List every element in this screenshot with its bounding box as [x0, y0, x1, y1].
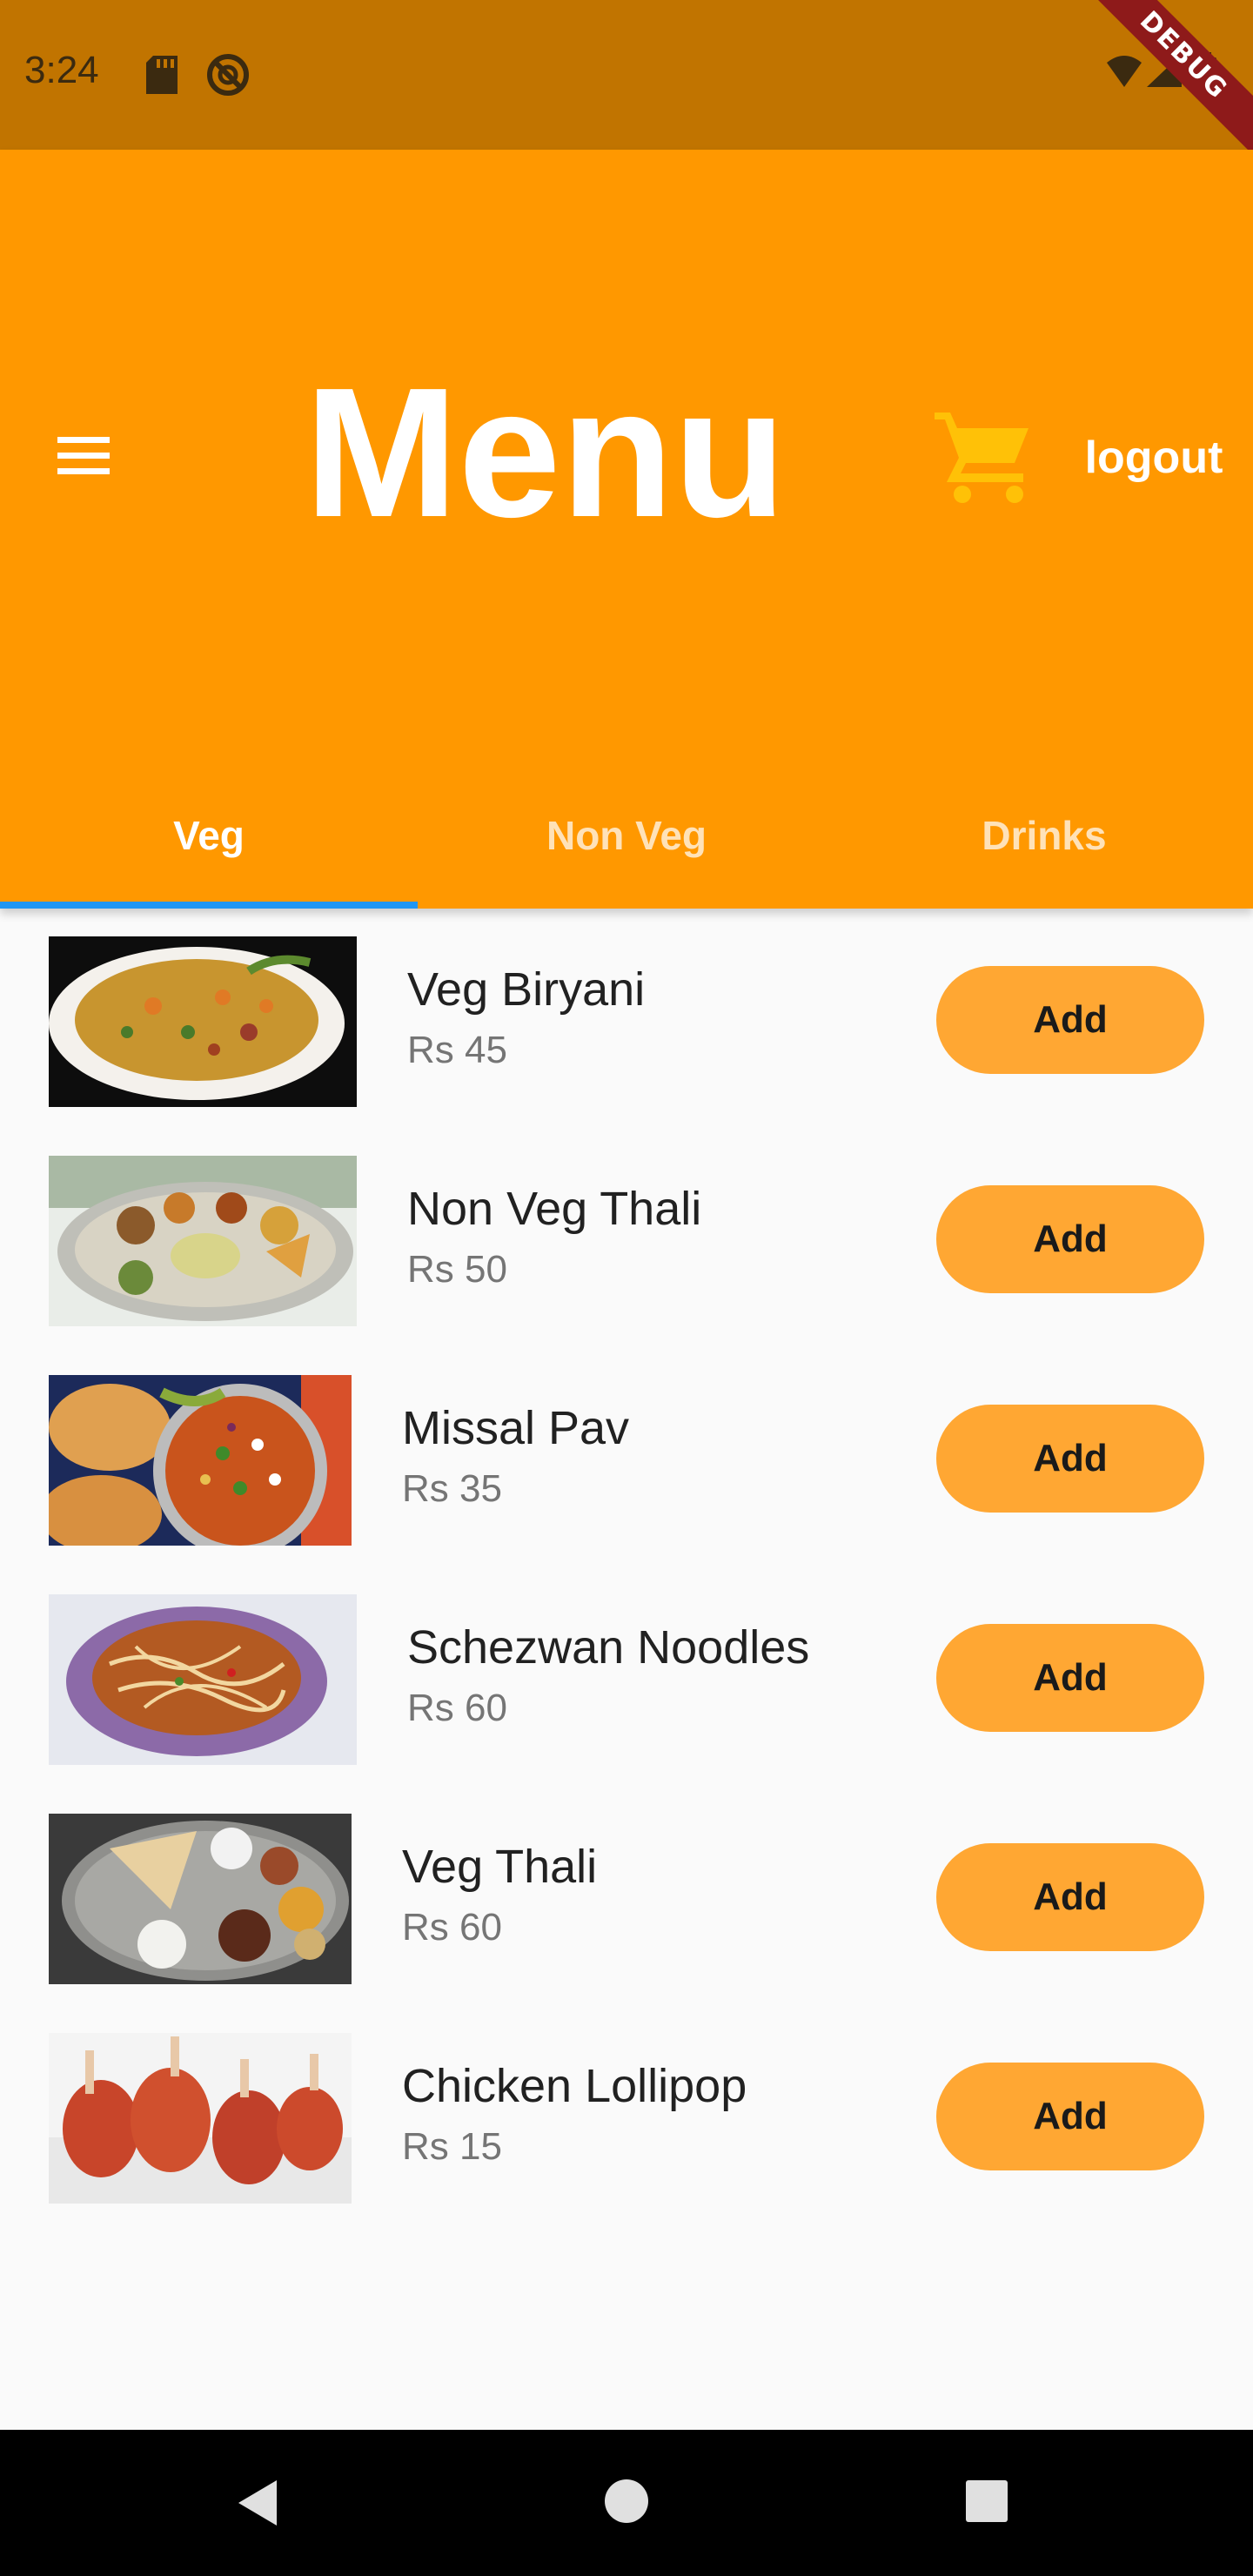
list-item: Veg Thali Rs 60 Add — [0, 1786, 1253, 2005]
veg-thali-photo — [49, 1814, 352, 1984]
item-price: Rs 15 — [402, 2125, 502, 2168]
menu-list: Veg Biryani Rs 45 Add Non Veg Thali Rs 5… — [0, 909, 1253, 2224]
tab-non-veg[interactable]: Non Veg — [418, 766, 835, 909]
item-price: Rs 35 — [402, 1467, 502, 1510]
status-bar: 3:24 DEBUG — [0, 0, 1253, 157]
do-not-disturb-icon — [205, 52, 251, 97]
item-name: Schezwan Noodles — [407, 1621, 810, 1674]
recents-icon[interactable] — [964, 2479, 1009, 2524]
page-title: Menu — [305, 349, 787, 555]
wifi-icon — [1107, 56, 1142, 87]
list-item: Veg Biryani Rs 45 Add — [0, 909, 1253, 1128]
item-name: Chicken Lollipop — [402, 2060, 747, 2112]
veg-biryani-photo — [49, 936, 357, 1107]
home-icon[interactable] — [602, 2477, 651, 2526]
add-button[interactable]: Add — [936, 1843, 1204, 1951]
add-button[interactable]: Add — [936, 2063, 1204, 2170]
hamburger-menu-icon[interactable] — [50, 432, 120, 480]
list-item: Non Veg Thali Rs 50 Add — [0, 1128, 1253, 1347]
shopping-cart-icon[interactable] — [931, 407, 1035, 505]
add-button[interactable]: Add — [936, 1624, 1204, 1732]
chicken-lollipop-photo — [49, 2033, 352, 2204]
list-item: Chicken Lollipop Rs 15 Add — [0, 2005, 1253, 2224]
tab-indicator — [0, 902, 418, 909]
item-name: Veg Biryani — [407, 963, 646, 1016]
add-button[interactable]: Add — [936, 1185, 1204, 1293]
tab-bar: Veg Non Veg Drinks — [0, 766, 1253, 909]
screen: 3:24 DEBUG Menu logout Veg Non Veg Drink… — [0, 0, 1253, 2576]
tab-veg[interactable]: Veg — [0, 766, 418, 909]
sd-card-icon — [146, 56, 178, 94]
list-item: Schezwan Noodles Rs 60 Add — [0, 1566, 1253, 1786]
logout-button[interactable]: logout — [1075, 423, 1232, 493]
add-button[interactable]: Add — [936, 966, 1204, 1074]
item-name: Non Veg Thali — [407, 1183, 702, 1235]
item-name: Veg Thali — [402, 1841, 598, 1893]
item-price: Rs 50 — [407, 1248, 507, 1291]
status-time: 3:24 — [24, 49, 99, 91]
schezwan-noodles-photo — [49, 1594, 357, 1765]
navigation-bar — [0, 2430, 1253, 2576]
item-price: Rs 45 — [407, 1029, 507, 1071]
item-price: Rs 60 — [402, 1906, 502, 1949]
tab-drinks[interactable]: Drinks — [835, 766, 1253, 909]
add-button[interactable]: Add — [936, 1405, 1204, 1513]
missal-pav-photo — [49, 1375, 352, 1546]
item-name: Missal Pav — [402, 1402, 630, 1454]
list-item: Missal Pav Rs 35 Add — [0, 1347, 1253, 1566]
back-icon[interactable] — [231, 2475, 287, 2531]
non-veg-thali-photo — [49, 1156, 357, 1326]
item-price: Rs 60 — [407, 1687, 507, 1729]
